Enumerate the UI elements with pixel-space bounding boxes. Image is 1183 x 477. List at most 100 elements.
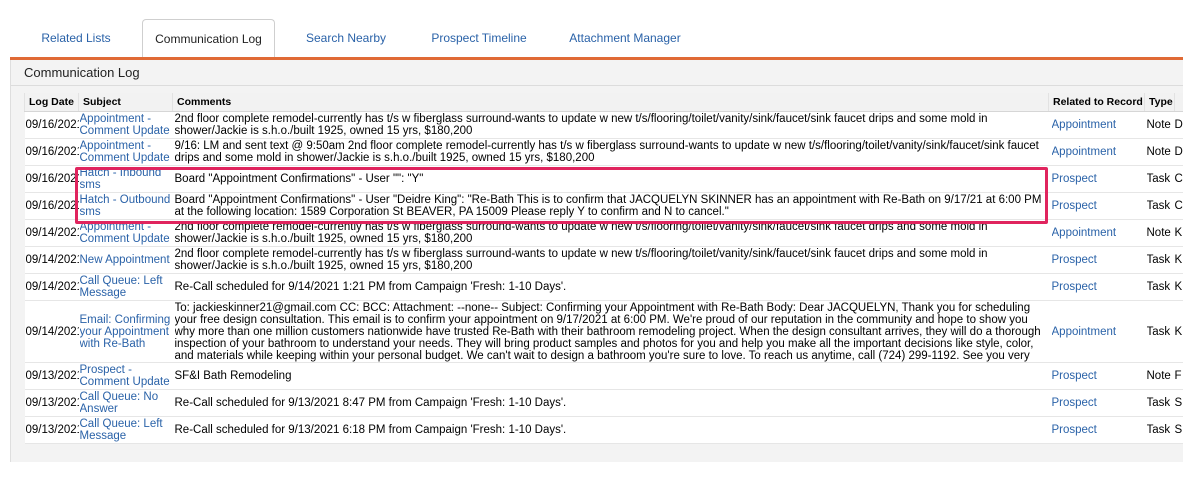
subject-link[interactable]: Call Queue: No Answer — [80, 391, 173, 415]
log-date-cell: 09/16/2021 — [24, 138, 79, 166]
table-row[interactable]: 09/14/2021 Email: Confirming your Appoint… — [24, 300, 1183, 363]
related-record-cell: Appointment — [1048, 138, 1145, 166]
subject-link[interactable]: Call Queue: Left Message — [80, 418, 173, 442]
column-header-subject[interactable]: Subject — [78, 93, 173, 112]
subject-cell: Prospect - Comment Update — [78, 362, 173, 390]
comments-cell: 2nd floor complete remodel-currently has… — [172, 111, 1049, 139]
log-date-cell: 09/14/2021 — [25, 254, 79, 266]
comments-cell: 2nd floor complete remodel-currently has… — [174, 221, 988, 245]
related-record-link[interactable]: Prospect — [1052, 424, 1145, 436]
subject-link[interactable]: Appointment - Comment Update — [80, 221, 173, 245]
related-record-link[interactable]: Prospect — [1052, 397, 1145, 409]
overflow-cell: S — [1174, 389, 1183, 417]
subject-cell: Call Queue: No Answer — [78, 389, 173, 417]
subject-link[interactable]: Email: Confirming your Appointment with … — [80, 314, 173, 350]
overflow-cell: K — [1174, 254, 1183, 266]
tab-attachment-manager[interactable]: Attachment Manager — [560, 19, 690, 57]
log-date-cell: 09/13/2021 — [24, 389, 79, 417]
overflow-cell: C — [1174, 192, 1183, 220]
type-cell: Task — [1146, 397, 1171, 409]
comments-cell: SF&I Bath Remodeling — [174, 370, 292, 382]
subject-link[interactable]: Hatch - Outbound sms — [80, 194, 173, 218]
type-cell: Note — [1144, 111, 1175, 139]
type-cell: Note — [1146, 227, 1171, 239]
related-record-link[interactable]: Prospect — [1052, 370, 1145, 382]
type-cell: Task — [1146, 424, 1171, 436]
related-record-link[interactable]: Prospect — [1052, 281, 1145, 293]
comments-cell: 2nd floor complete remodel-currently has… — [174, 248, 988, 272]
overflow-cell: D — [1174, 111, 1183, 139]
overflow-cell: K — [1174, 325, 1183, 338]
subject-link[interactable]: Prospect - Comment Update — [80, 364, 173, 388]
column-header-log-date[interactable]: Log Date — [24, 93, 79, 112]
type-cell: Task — [1144, 416, 1175, 444]
table-row[interactable]: 09/14/2021 Call Queue: Left Message Re-Cal… — [24, 273, 1183, 301]
overflow-cell: K — [1174, 227, 1183, 239]
log-date-cell: 09/14/2021 — [25, 281, 79, 293]
related-record-cell: Appointment — [1048, 300, 1145, 363]
panel-divider — [11, 85, 1183, 86]
table-row[interactable]: 09/13/2021 Call Queue: Left Message Re-Cal… — [24, 416, 1183, 444]
log-date-cell: 09/16/2021 — [25, 119, 79, 131]
related-record-cell: Appointment — [1048, 219, 1145, 247]
table-row[interactable]: 09/16/2021 Hatch - Inbound sms Board "Appo… — [24, 165, 1183, 193]
related-record-cell: Appointment — [1048, 111, 1145, 139]
log-date-cell: 09/14/2021 — [25, 325, 79, 338]
related-record-link[interactable]: Prospect — [1052, 173, 1145, 185]
overflow-cell: S — [1174, 397, 1183, 409]
related-record-link[interactable]: Appointment — [1052, 227, 1145, 239]
overflow-cell: C — [1174, 165, 1183, 193]
table-row[interactable]: 09/14/2021 New Appointment 2nd floor compl… — [24, 246, 1183, 274]
overflow-cell: F C — [1174, 362, 1183, 390]
related-record-link[interactable]: Appointment — [1052, 326, 1145, 338]
subject-link[interactable]: Call Queue: Left Message — [80, 275, 173, 299]
type-cell: Task — [1144, 389, 1175, 417]
log-date-cell: 09/14/2021 — [24, 273, 79, 301]
comments-cell: Board "Appointment Confirmations" - User… — [172, 165, 1049, 193]
table-row[interactable]: 09/16/2021 Appointment - Comment Update 2n… — [24, 111, 1183, 139]
column-header-related-to-record[interactable]: Related to Record — [1048, 93, 1145, 112]
type-cell: Task — [1146, 325, 1171, 338]
type-cell: Note — [1146, 119, 1171, 131]
table-row[interactable]: 09/13/2021 Prospect - Comment Update SF&I … — [24, 362, 1183, 390]
overflow-cell: K — [1174, 300, 1183, 363]
comments-cell: SF&I Bath Remodeling — [172, 362, 1049, 390]
comments-cell: 9/16: LM and sent text @ 9:50am 2nd floo… — [172, 138, 1049, 166]
column-header-type[interactable]: Type — [1144, 93, 1175, 112]
subject-cell: Appointment - Comment Update — [78, 138, 173, 166]
type-cell: Task — [1146, 200, 1171, 212]
type-cell: Task — [1144, 273, 1175, 301]
related-record-cell: Prospect — [1048, 165, 1145, 193]
type-cell: Task — [1144, 300, 1175, 363]
related-record-link[interactable]: Prospect — [1052, 254, 1145, 266]
subject-link[interactable]: Appointment - Comment Update — [80, 113, 173, 137]
log-date-cell: 09/16/2021 — [24, 111, 79, 139]
table-body: 09/16/2021 Appointment - Comment Update 2n… — [24, 111, 1183, 444]
related-record-cell: Prospect — [1048, 246, 1145, 274]
table-row[interactable]: 09/16/2021 Hatch - Outbound sms Board "App… — [24, 192, 1183, 220]
subject-link[interactable]: Appointment - Comment Update — [80, 140, 173, 164]
related-record-link[interactable]: Prospect — [1052, 200, 1145, 212]
column-header-comments[interactable]: Comments — [172, 93, 1049, 112]
table-header-row: Log Date Subject Comments Related to Rec… — [24, 93, 1183, 112]
table-row[interactable]: 09/13/2021 Call Queue: No Answer Re-Call s… — [24, 389, 1183, 417]
overflow-cell: C — [1174, 173, 1183, 185]
type-cell: Task — [1146, 173, 1171, 185]
type-cell: Task — [1144, 192, 1175, 220]
table-row[interactable]: 09/16/2021 Appointment - Comment Update 9/… — [24, 138, 1183, 166]
subject-link[interactable]: Hatch - Inbound sms — [80, 167, 173, 191]
related-record-link[interactable]: Appointment — [1052, 119, 1145, 131]
subject-cell: Call Queue: Left Message — [78, 416, 173, 444]
related-record-link[interactable]: Appointment — [1052, 146, 1145, 158]
log-date-cell: 09/14/2021 — [24, 219, 79, 247]
overflow-cell: K — [1174, 273, 1183, 301]
log-date-cell: 09/16/2021 — [24, 192, 79, 220]
table-row[interactable]: 09/14/2021 Appointment - Comment Update 2n… — [24, 219, 1183, 247]
tab-search-nearby[interactable]: Search Nearby — [298, 19, 394, 57]
subject-link[interactable]: New Appointment — [80, 254, 173, 266]
tab-related-lists[interactable]: Related Lists — [30, 19, 122, 57]
tab-prospect-timeline[interactable]: Prospect Timeline — [420, 19, 538, 57]
comments-cell: 2nd floor complete remodel-currently has… — [172, 219, 1049, 247]
tab-communication-log[interactable]: Communication Log — [142, 19, 275, 57]
log-date-cell: 09/14/2021 — [24, 246, 79, 274]
